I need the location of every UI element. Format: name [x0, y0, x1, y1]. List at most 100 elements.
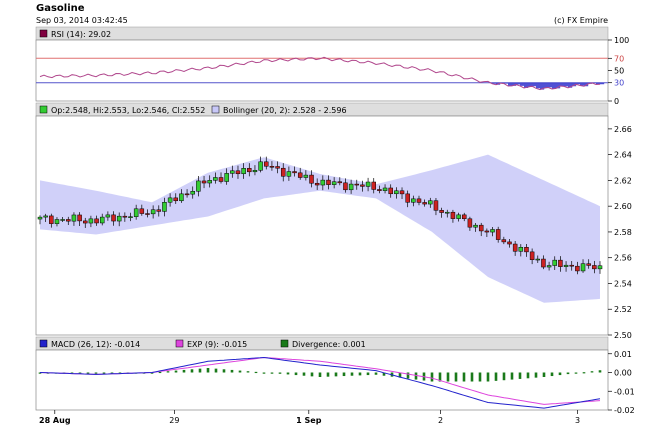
candle-body: [365, 181, 371, 187]
candle-body: [122, 215, 128, 218]
candle-body: [184, 193, 190, 196]
divergence-bar: [238, 370, 242, 373]
candle-body: [405, 193, 410, 203]
divergence-bar: [302, 372, 306, 376]
candle-body: [264, 161, 269, 167]
candle-body: [99, 216, 105, 224]
macd-panel: MACD (26, 12): -0.014 EXP (9): -0.015 Di…: [35, 336, 635, 415]
candle-body: [207, 180, 212, 184]
divergence-bar: [574, 372, 578, 374]
ohlc-legend: Op:2.548, Hi:2.553, Lo:2.546, Cl:2.552: [51, 106, 205, 115]
candle-body: [297, 172, 303, 178]
rsi-tick-label: 50: [614, 67, 624, 76]
candle-body: [179, 193, 184, 202]
candle-body: [258, 161, 263, 171]
x-tick-label: 2: [438, 416, 443, 425]
divergence-bar: [102, 372, 106, 374]
rsi-legend: RSI (14): 29.02: [51, 30, 111, 39]
candle-body: [167, 197, 173, 203]
divergence-bar: [262, 372, 266, 374]
divergence-bar: [294, 372, 298, 376]
candle-body: [495, 229, 501, 240]
bollinger-legend-swatch: [211, 105, 220, 114]
divergence-bar: [94, 372, 98, 374]
divergence-bar: [406, 372, 410, 379]
bollinger-legend: Bollinger (20, 2): 2.528 - 2.596: [223, 106, 347, 115]
candle-body: [433, 200, 439, 211]
price-tick-label: 2.64: [614, 151, 632, 160]
macd-tick-label: 0.01: [614, 350, 632, 359]
candle-body: [49, 215, 54, 224]
candle-body: [116, 215, 122, 222]
divergence-bar: [486, 372, 490, 382]
candle-body: [162, 202, 167, 212]
candle-body: [133, 208, 139, 217]
divergence-bar: [374, 372, 378, 375]
price-tick-label: 2.54: [614, 279, 632, 288]
divergence-bar: [286, 372, 290, 375]
candle-body: [54, 219, 60, 224]
candle-body: [399, 190, 405, 195]
candle-body: [145, 213, 150, 215]
candle-body: [512, 243, 518, 252]
macd-legend: MACD (26, 12): -0.014: [51, 340, 140, 349]
divergence-bar: [182, 369, 186, 373]
candle-body: [269, 166, 275, 168]
divergence-bar: [190, 369, 194, 373]
candle-body: [524, 247, 529, 253]
candle-body: [388, 187, 393, 195]
candle-body: [128, 216, 133, 218]
candle-body: [518, 247, 524, 252]
candle-body: [558, 259, 563, 267]
divergence-bar: [454, 372, 458, 382]
macd-tick-label: -0.01: [614, 387, 635, 396]
divergence-bar: [230, 369, 234, 373]
rsi-legend-swatch: [39, 29, 48, 38]
divergence-legend: Divergence: 0.001: [292, 340, 366, 349]
candle-body: [478, 224, 484, 232]
candle-body: [218, 177, 224, 182]
divergence-bar: [542, 372, 546, 377]
candle-body: [235, 170, 241, 175]
rsi-tick-label: 100: [614, 36, 629, 45]
exp-legend: EXP (9): -0.015: [187, 340, 247, 349]
candle-body: [252, 170, 258, 173]
divergence-bar: [558, 372, 562, 376]
candle-body: [326, 179, 331, 185]
divergence-bar: [566, 372, 570, 375]
candle-body: [597, 265, 603, 270]
ohlc-legend-swatch: [39, 105, 48, 114]
candle-body: [450, 211, 456, 219]
candle-body: [535, 258, 541, 261]
candle-body: [213, 177, 218, 181]
chart-title: Gasoline: [36, 3, 85, 14]
divergence-bar: [502, 372, 506, 381]
divergence-bar: [446, 372, 450, 382]
x-axis: 28 Aug 29 1 Sep 2 3: [39, 410, 580, 425]
rsi-panel: RSI (14): 29.02 100 70 50 30 0: [35, 26, 629, 106]
divergence-bar: [246, 371, 250, 373]
divergence-bar: [430, 372, 434, 382]
divergence-bar: [278, 372, 282, 374]
price-tick-label: 2.60: [614, 202, 632, 211]
divergence-bar: [470, 372, 474, 382]
divergence-bar: [462, 372, 466, 382]
x-tick-label: 29: [169, 416, 179, 425]
candle-body: [467, 218, 473, 228]
divergence-bar: [598, 370, 602, 373]
candle-body: [592, 265, 597, 270]
divergence-bar: [350, 372, 354, 376]
divergence-bar: [318, 372, 322, 377]
candle-body: [473, 224, 478, 228]
candle-body: [139, 208, 145, 214]
candle-body: [190, 191, 195, 195]
rsi-tick-label: 70: [614, 54, 624, 63]
divergence-bar: [222, 369, 226, 373]
price-panel: Op:2.548, Hi:2.553, Lo:2.546, Cl:2.552 B…: [35, 102, 632, 340]
candle-body: [77, 214, 82, 222]
divergence-bar: [478, 372, 482, 382]
candle-body: [156, 209, 162, 212]
divergence-bar: [342, 372, 346, 377]
candle-body: [292, 171, 297, 174]
candle-body: [428, 200, 433, 205]
